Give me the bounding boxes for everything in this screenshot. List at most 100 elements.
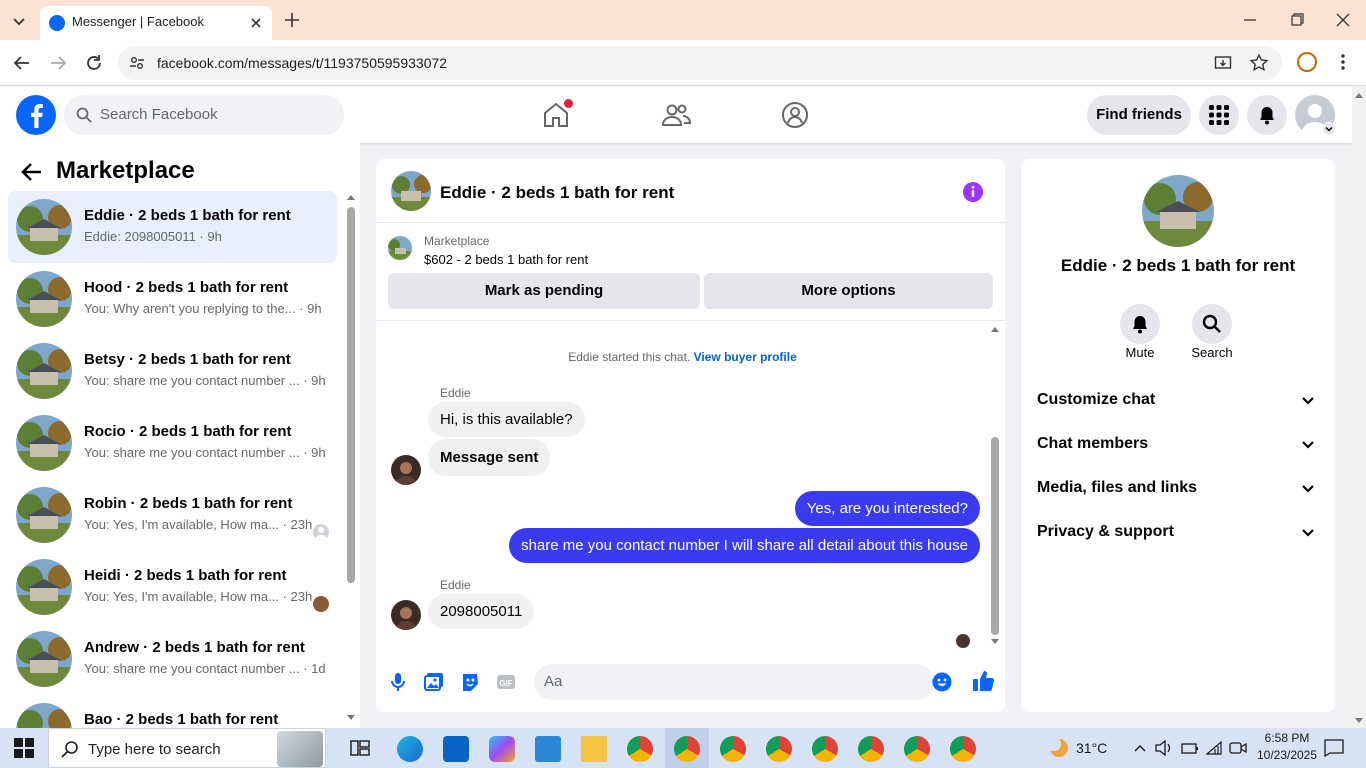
message-placeholder: Aa xyxy=(544,673,563,690)
chrome-icon[interactable] xyxy=(674,736,700,762)
conversation-item[interactable]: Betsy · 2 beds 1 bath for rent You: shar… xyxy=(8,335,337,407)
info-icon[interactable] xyxy=(962,181,984,203)
task-view-icon[interactable] xyxy=(350,738,370,758)
conversation-item[interactable]: Robin · 2 beds 1 bath for rent You: Yes,… xyxy=(8,479,337,551)
windows-icon[interactable] xyxy=(14,738,34,758)
list-scroll-up-icon[interactable] xyxy=(346,193,356,201)
conversation-item[interactable]: Andrew · 2 beds 1 bath for rent You: sha… xyxy=(8,623,337,695)
listing-title[interactable]: $602 - 2 beds 1 bath for rent xyxy=(424,252,588,267)
profile-listing-photo[interactable] xyxy=(1142,175,1214,247)
chrome-icon[interactable] xyxy=(627,736,653,762)
sender-avatar[interactable] xyxy=(391,455,421,485)
customize-chat-section[interactable]: Customize chat xyxy=(1037,381,1319,421)
battery-icon[interactable] xyxy=(1181,740,1199,756)
chat-title[interactable]: Eddie · 2 beds 1 bath for rent xyxy=(440,183,674,203)
forward-icon[interactable] xyxy=(47,52,69,74)
chat-members-section[interactable]: Chat members xyxy=(1037,425,1319,465)
mark-as-pending-button[interactable]: Mark as pending xyxy=(388,273,700,309)
meet-now-icon[interactable] xyxy=(1229,740,1247,756)
more-options-button[interactable]: More options xyxy=(704,273,993,309)
listing-thumbnail xyxy=(16,487,72,543)
install-app-icon[interactable] xyxy=(1214,54,1232,72)
listing-thumb[interactable] xyxy=(388,236,412,260)
reload-icon[interactable] xyxy=(83,52,105,74)
incoming-message[interactable]: Hi, is this available? xyxy=(428,402,585,437)
conversation-item[interactable]: Bao · 2 beds 1 bath for rent xyxy=(8,695,337,728)
edge-icon[interactable] xyxy=(397,736,423,762)
taskbar-search[interactable]: Type here to search xyxy=(48,728,326,768)
list-scroll-down-icon[interactable] xyxy=(346,714,356,722)
chat-scroll-up-icon[interactable] xyxy=(990,325,1000,333)
notifications-button[interactable] xyxy=(1247,95,1287,135)
chrome-profile-icon[interactable] xyxy=(1297,52,1317,72)
mute-button[interactable] xyxy=(1120,304,1160,344)
gif-icon[interactable]: GIF xyxy=(496,672,516,692)
home-icon[interactable] xyxy=(540,99,573,131)
emoji-icon[interactable] xyxy=(932,672,952,692)
view-buyer-profile-link[interactable]: View buyer profile xyxy=(694,350,797,364)
facebook-search-input[interactable]: Search Facebook xyxy=(64,95,344,135)
thumbs-up-icon[interactable] xyxy=(972,670,994,692)
browser-tab[interactable]: Messenger | Facebook xyxy=(40,6,272,40)
media-files-links-section[interactable]: Media, files and links xyxy=(1037,469,1319,509)
menu-button[interactable] xyxy=(1199,95,1239,135)
clock-time[interactable]: 6:58 PM xyxy=(1254,731,1320,745)
chrome-icon[interactable] xyxy=(858,736,884,762)
back-arrow-icon[interactable] xyxy=(20,160,44,184)
restore-icon[interactable] xyxy=(1287,10,1307,30)
chrome-menu-icon[interactable] xyxy=(1335,52,1351,72)
incoming-message[interactable]: Message sent xyxy=(428,439,551,476)
incoming-message[interactable]: 2098005011 xyxy=(428,594,535,629)
site-info-icon[interactable] xyxy=(128,54,146,72)
outgoing-message[interactable]: share me you contact number I will share… xyxy=(509,528,980,563)
facebook-logo-icon[interactable] xyxy=(16,95,56,135)
message-input[interactable]: Aa xyxy=(534,664,952,700)
conversation-item[interactable]: Hood · 2 beds 1 bath for rent You: Why a… xyxy=(8,263,337,335)
tray-chevron-up-icon[interactable] xyxy=(1133,741,1147,755)
notification-center-icon[interactable] xyxy=(1324,739,1344,757)
bookmark-star-icon[interactable] xyxy=(1249,53,1269,73)
chrome-icon[interactable] xyxy=(766,736,792,762)
friends-icon[interactable] xyxy=(660,99,692,131)
account-chevron-icon[interactable] xyxy=(1322,122,1336,136)
list-scrollbar-thumb[interactable] xyxy=(347,207,355,583)
find-friends-button[interactable]: Find friends xyxy=(1087,95,1191,135)
page-scrollbar[interactable] xyxy=(1352,87,1366,728)
conversation-item[interactable]: Rocio · 2 beds 1 bath for rent You: shar… xyxy=(8,407,337,479)
store-icon[interactable] xyxy=(535,736,561,762)
copilot-icon[interactable] xyxy=(489,736,515,762)
marketplace-conversation-list: Marketplace Eddie · 2 beds 1 bath for re… xyxy=(0,143,360,728)
image-icon[interactable] xyxy=(424,672,444,692)
chrome-icon[interactable] xyxy=(812,736,838,762)
chat-scroll-down-icon[interactable] xyxy=(990,638,1000,646)
search-chat-button[interactable] xyxy=(1192,304,1232,344)
tab-list-icon[interactable] xyxy=(8,10,30,32)
address-bar[interactable]: facebook.com/messages/t/1193750595933072 xyxy=(118,46,1282,80)
clock-date[interactable]: 10/23/2025 xyxy=(1254,748,1320,762)
groups-icon[interactable] xyxy=(779,99,811,131)
outgoing-message[interactable]: Yes, are you interested? xyxy=(794,491,980,526)
volume-icon[interactable] xyxy=(1155,740,1173,756)
chrome-icon[interactable] xyxy=(904,736,930,762)
back-icon[interactable] xyxy=(11,52,33,74)
sender-avatar[interactable] xyxy=(391,600,421,630)
section-label: Customize chat xyxy=(1037,391,1156,408)
sticker-icon[interactable] xyxy=(460,672,480,692)
wifi-icon[interactable] xyxy=(1205,740,1223,756)
new-tab-icon[interactable] xyxy=(282,10,302,30)
chrome-icon[interactable] xyxy=(720,736,746,762)
privacy-support-section[interactable]: Privacy & support xyxy=(1037,513,1319,553)
weather-moon-icon[interactable] xyxy=(1046,736,1070,760)
tab-close-icon[interactable] xyxy=(246,13,266,33)
temperature[interactable]: 31°C xyxy=(1076,740,1107,756)
conversation-item[interactable]: Heidi · 2 beds 1 bath for rent You: Yes,… xyxy=(8,551,337,623)
conversation-item[interactable]: Eddie · 2 beds 1 bath for rent Eddie: 20… xyxy=(8,191,337,263)
chat-scrollbar-thumb[interactable] xyxy=(991,437,999,635)
outlook-icon[interactable] xyxy=(443,736,469,762)
chrome-icon[interactable] xyxy=(950,736,976,762)
file-explorer-icon[interactable] xyxy=(581,736,607,762)
mic-icon[interactable] xyxy=(388,672,408,692)
window-close-icon[interactable] xyxy=(1333,10,1353,30)
minimize-icon[interactable] xyxy=(1240,10,1260,30)
chat-listing-avatar[interactable] xyxy=(391,171,431,211)
